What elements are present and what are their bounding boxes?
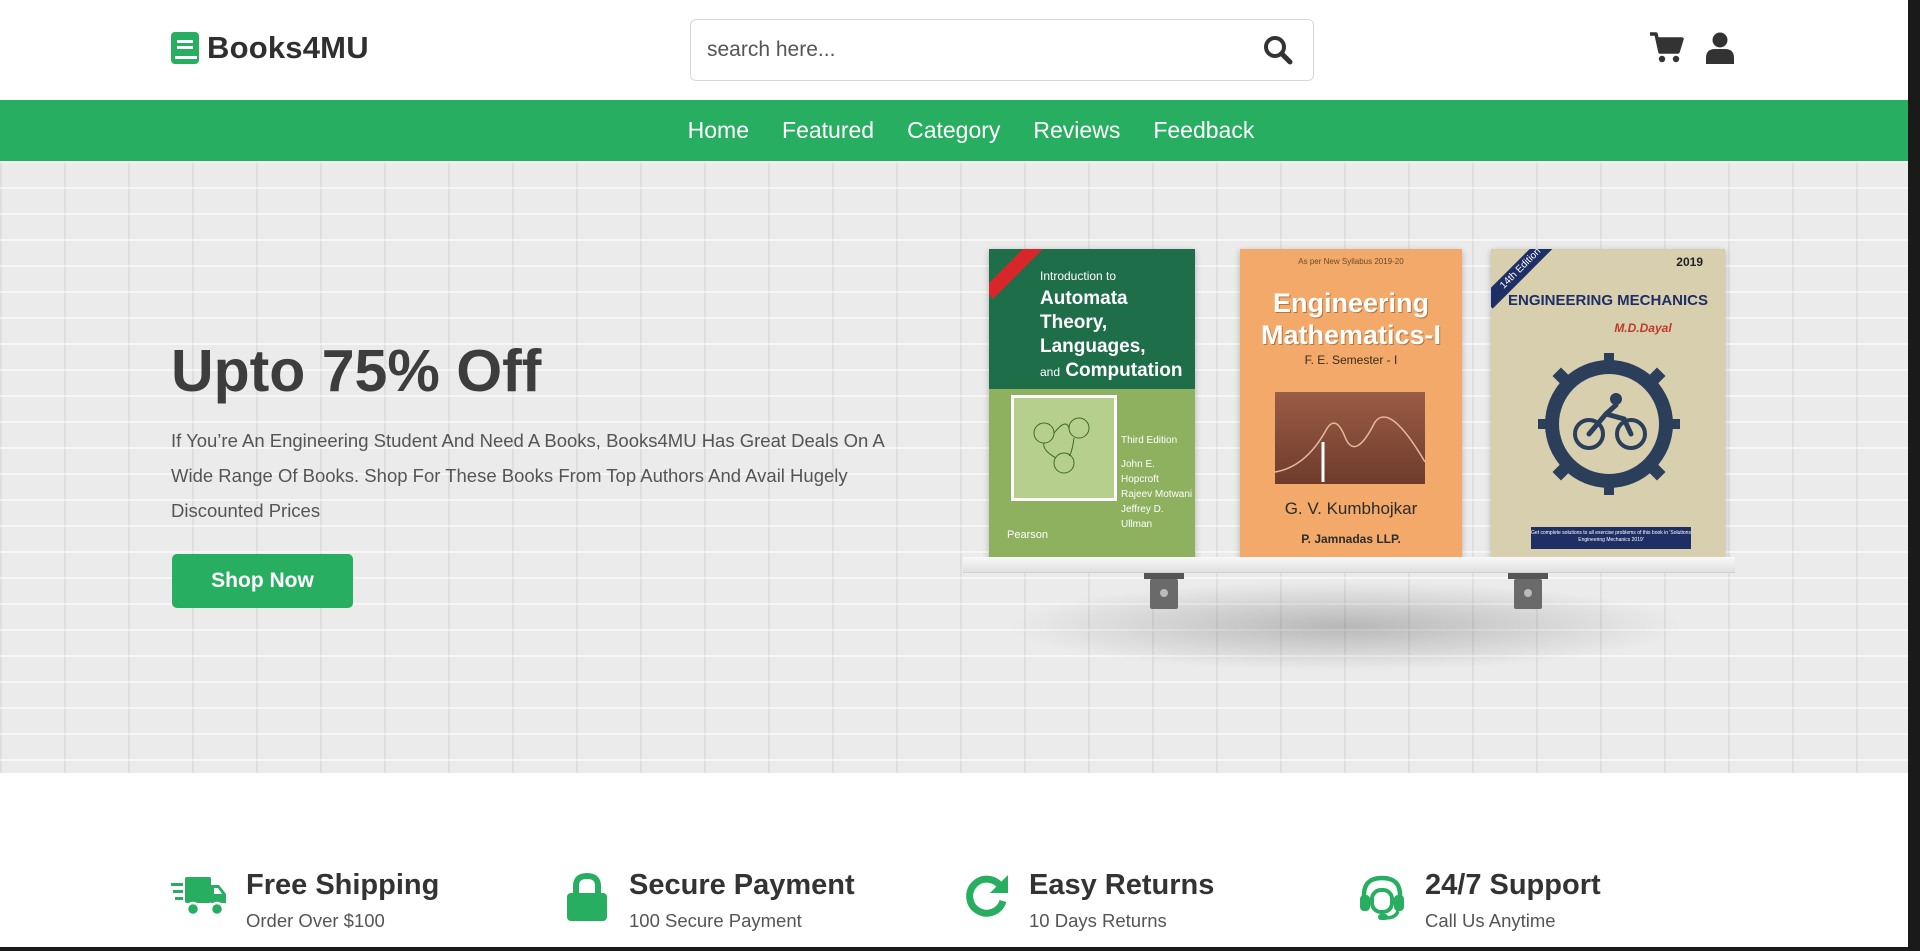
title-line: and Computation [1040, 359, 1190, 384]
feature-title: Secure Payment [629, 869, 855, 901]
cart-button[interactable] [1650, 32, 1684, 64]
book-author: M.D.Dayal [1614, 321, 1672, 335]
gear-cyclist-icon [1538, 353, 1680, 495]
feature-subtitle: 10 Days Returns [1029, 910, 1167, 931]
author: John E. Hopcroft [1121, 459, 1159, 485]
feature-subtitle: 100 Secure Payment [629, 910, 802, 931]
nav-featured[interactable]: Featured [782, 117, 874, 144]
title-last: Computation [1065, 360, 1183, 381]
feature-subtitle: Order Over $100 [246, 910, 385, 931]
nav-feedback[interactable]: Feedback [1153, 117, 1254, 144]
feature-easy-returns: Easy Returns 10 Days Returns [963, 869, 1214, 932]
title-line: Languages, [1040, 336, 1146, 357]
book-shelf [963, 557, 1735, 573]
title-line: Mathematics-I [1260, 320, 1442, 350]
lock-icon [567, 873, 607, 921]
header: Books4MU [0, 0, 1908, 100]
book-icon [171, 32, 199, 64]
hero-banner: Upto 75% Off If You’re An Engineering St… [0, 161, 1908, 773]
book-note: Get complete solutions to all exercise p… [1531, 527, 1691, 549]
hero-title: Upto 75% Off [171, 338, 542, 404]
search-icon [1264, 36, 1293, 65]
feature-support: 24/7 Support Call Us Anytime [1357, 869, 1601, 932]
logo[interactable]: Books4MU [171, 30, 369, 66]
shelf-bracket [1144, 573, 1184, 609]
book-semester: F. E. Semester - I [1304, 353, 1398, 367]
search-box [690, 19, 1314, 81]
headset-icon [1360, 875, 1404, 920]
feature-secure-payment: Secure Payment 100 Secure Payment [563, 869, 855, 932]
book-publisher: P. Jamnadas LLP. [1301, 532, 1401, 546]
book-authors: John E. Hopcroft Rajeev Motwani Jeffrey … [1121, 457, 1195, 532]
book-cover-automata[interactable]: Introduction to Automata Theory, Languag… [989, 249, 1195, 559]
feature-title: Easy Returns [1029, 869, 1215, 901]
book-edition: Third Edition [1121, 435, 1178, 446]
title-line: Theory, [1040, 312, 1108, 333]
user-icon [1706, 32, 1734, 64]
search-input[interactable] [691, 20, 1243, 80]
header-icons [1650, 32, 1734, 64]
nav-reviews[interactable]: Reviews [1033, 117, 1120, 144]
feature-free-shipping: Free Shipping Order Over $100 [170, 869, 439, 932]
nav-home[interactable]: Home [688, 117, 749, 144]
author: Jeffrey D. Ullman [1121, 504, 1164, 530]
redo-icon [966, 875, 1008, 917]
shopping-cart-icon [1650, 32, 1684, 63]
shop-now-button[interactable]: Shop Now [172, 554, 353, 608]
title-line: Engineering [1272, 288, 1429, 318]
graph-illustration-icon [1274, 416, 1426, 482]
cover-image [1274, 392, 1426, 484]
book-intro: Introduction to [1040, 269, 1117, 283]
book-year: 2019 [1676, 255, 1703, 269]
cover-figure [1011, 395, 1117, 501]
search-button[interactable] [1243, 20, 1313, 80]
book-author: G. V. Kumbhojkar [1284, 499, 1418, 518]
logo-text: Books4MU [207, 30, 369, 65]
book-title: ENGINEERING MECHANICS [1507, 292, 1709, 309]
hero-description: If You’re An Engineering Student And Nee… [171, 430, 884, 521]
feature-title: Free Shipping [246, 869, 440, 901]
shelf-shadow [1005, 581, 1685, 671]
automaton-diagram-icon [1033, 417, 1090, 474]
main-navbar: Home Featured Category Reviews Feedback [0, 100, 1908, 161]
shelf-bracket [1508, 573, 1548, 609]
book-title: Automata Theory, Languages, and Computat… [1040, 287, 1190, 384]
truck-icon [171, 877, 226, 917]
feature-subtitle: Call Us Anytime [1425, 910, 1556, 931]
title-line: Automata [1040, 288, 1128, 309]
book-cover-engineering-mechanics[interactable]: 14th Edition 2019 ENGINEERING MECHANICS … [1491, 249, 1725, 559]
account-button[interactable] [1706, 32, 1734, 64]
book-publisher: Pearson [1007, 529, 1048, 541]
book-syllabus: As per New Syllabus 2019-20 [1298, 257, 1404, 266]
nav-category[interactable]: Category [907, 117, 1000, 144]
title-and: and [1040, 365, 1061, 379]
feature-title: 24/7 Support [1425, 869, 1601, 901]
book-cover-engineering-maths[interactable]: As per New Syllabus 2019-20 Engineering … [1240, 249, 1462, 559]
author: Rajeev Motwani [1121, 489, 1193, 500]
page: Books4MU search here... Home Featured Ca… [0, 0, 1908, 947]
features-section: Free Shipping Order Over $100 Secure Pay… [0, 773, 1908, 947]
book-title: Engineering Mathematics-I [1240, 287, 1462, 351]
